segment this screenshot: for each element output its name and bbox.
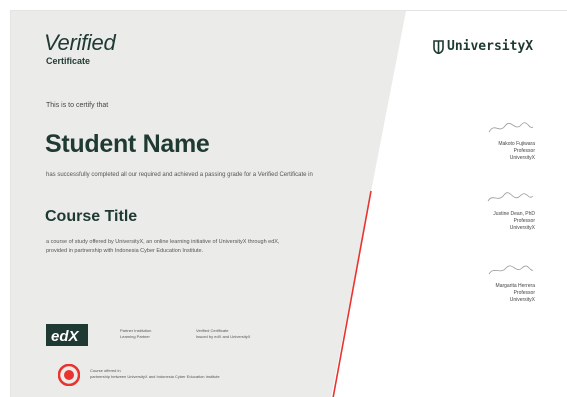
signatory-1-title: Professor bbox=[513, 148, 535, 154]
completion-text: has successfully completed all our requi… bbox=[46, 172, 313, 178]
signatory-3-org: UniversityX bbox=[509, 297, 535, 303]
signatory-3-name: Margarita Herrera bbox=[495, 283, 535, 289]
shield-icon bbox=[433, 40, 444, 54]
certificate-background bbox=[11, 11, 406, 397]
student-name: Student Name bbox=[45, 130, 210, 158]
signatory-1-name: Makoto Fujiwara bbox=[498, 141, 535, 147]
footer-signature-2: Verified Certificate Issued by edX and U… bbox=[196, 328, 250, 340]
footer-signature-1: Partner Institution Learning Partner bbox=[120, 328, 151, 340]
certificate-heading: Verified bbox=[44, 30, 116, 55]
certify-text: This is to certify that bbox=[46, 102, 109, 109]
edx-logo-text: edX bbox=[51, 328, 80, 345]
signature-scrawl-2 bbox=[487, 192, 534, 202]
signature-scrawl-1 bbox=[488, 122, 534, 133]
partner-statement: Course offered in partnership between Un… bbox=[90, 368, 320, 380]
course-title: Course Title bbox=[45, 208, 138, 225]
certificate-frame bbox=[10, 10, 567, 397]
edx-logo: edX bbox=[46, 324, 88, 346]
signatory-3: Margarita Herrera Professor UniversityX bbox=[485, 262, 535, 304]
signatory-1-org: UniversityX bbox=[509, 155, 535, 161]
signatory-1-block: Makoto Fujiwara Professor UniversityX bbox=[455, 141, 535, 162]
partner-logo-core bbox=[64, 370, 74, 380]
certificate-page: Verified Certificate This is to certify … bbox=[0, 0, 567, 397]
signatory-2-name: Justine Dean, PhD bbox=[493, 211, 535, 217]
university-logo-text: UniversityX bbox=[447, 39, 534, 54]
footer-sig2-role: Issued by edX and UniversityX bbox=[196, 334, 251, 339]
partner-logo bbox=[58, 364, 80, 386]
certificate-subheading: Certificate bbox=[46, 56, 91, 66]
signatory-2-title: Professor bbox=[513, 218, 535, 224]
partner-text: partnership between UniversityX and Indo… bbox=[90, 374, 220, 379]
signatory-3-title: Professor bbox=[513, 290, 535, 296]
signatory-2-org: UniversityX bbox=[509, 225, 535, 231]
signature-scrawl-3 bbox=[488, 265, 534, 275]
signatory-3-block: Margarita Herrera Professor UniversityX bbox=[455, 283, 535, 304]
course-description: a course of study offered by UniversityX… bbox=[46, 239, 280, 254]
signatory-2: Justine Dean, PhD Professor UniversityX bbox=[485, 190, 535, 232]
signatory-2-block: Justine Dean, PhD Professor UniversityX bbox=[455, 211, 535, 232]
footer-sig1-role: Learning Partner bbox=[120, 334, 150, 339]
signatory-1: Makoto Fujiwara Professor UniversityX bbox=[485, 120, 535, 162]
